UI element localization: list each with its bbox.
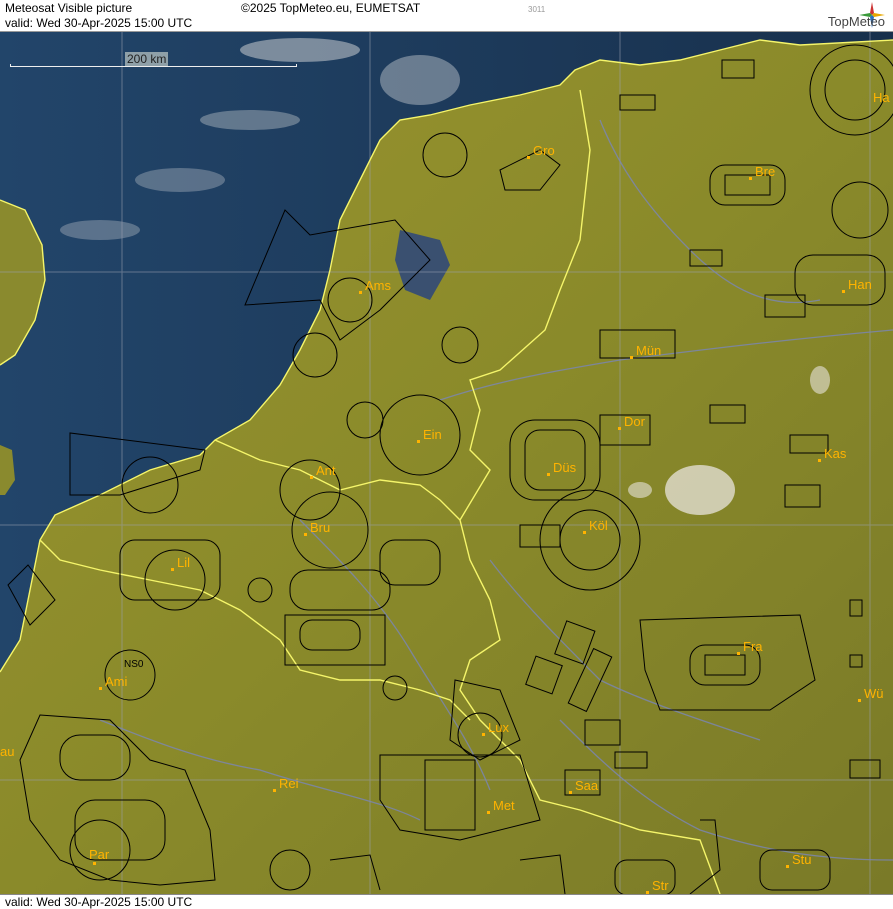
footer: valid: Wed 30-Apr-2025 15:00 UTC [0,894,893,909]
city-label: Fra [743,639,763,654]
city-label: Ant [316,463,336,478]
city-label: Saa [575,778,599,793]
city-label: Lil [177,555,191,570]
footer-valid-time: valid: Wed 30-Apr-2025 15:00 UTC [5,895,193,909]
city-label: Ami [105,674,128,689]
satellite-map[interactable]: 200 km Gro Bre Ha Ams Han Mün Ein Dor Ka… [0,32,893,894]
city-label: Han [848,277,872,292]
city-marker [273,789,276,792]
copyright: ©2025 TopMeteo.eu, EUMETSAT [241,1,421,15]
city-label: Düs [553,460,577,475]
city-marker [482,733,485,736]
city-marker [310,476,313,479]
satellite-image [0,32,893,894]
city-label: Par [89,847,110,862]
city-label: Bre [755,164,776,179]
airfield-label: NS0 [124,659,144,670]
city-label: Dor [624,414,645,429]
city-marker [359,291,362,294]
city-label: Gro [533,143,555,158]
city-label: au [0,744,15,759]
city-marker [527,156,530,159]
city-marker [569,791,572,794]
city-marker [171,568,174,571]
city-label: Bru [310,520,331,535]
image-title: Meteosat Visible picture [5,1,133,15]
city-label: Met [493,798,515,813]
city-marker [487,811,490,814]
city-marker [618,427,621,430]
city-marker [583,531,586,534]
city-marker [786,865,789,868]
city-marker [417,440,420,443]
city-label: Stu [792,852,812,867]
city-marker [630,356,633,359]
city-marker [749,177,752,180]
city-marker [842,290,845,293]
city-label: Ha [873,90,890,105]
topmeteo-logo[interactable]: TopMeteo [785,2,885,30]
header: Meteosat Visible picture ©2025 TopMeteo.… [0,0,893,32]
city-marker [99,687,102,690]
city-marker [93,862,96,865]
city-marker [547,473,550,476]
city-label: Wü [864,686,884,701]
city-label: Mün [636,343,662,358]
city-label: Ein [423,427,442,442]
city-marker [737,652,740,655]
logo-text: TopMeteo [827,14,885,29]
city-marker [858,699,861,702]
city-marker [304,533,307,536]
city-label: Rei [279,776,299,791]
valid-time: valid: Wed 30-Apr-2025 15:00 UTC [5,16,193,30]
city-label: Ams [365,278,391,293]
scale-bar: 200 km [10,52,297,70]
city-label: Kas [824,446,847,461]
city-label: Lux [488,720,509,735]
image-code: 3011 [528,5,546,14]
city-label: Köl [589,518,608,533]
city-marker [818,459,821,462]
city-label: Str [652,878,669,893]
